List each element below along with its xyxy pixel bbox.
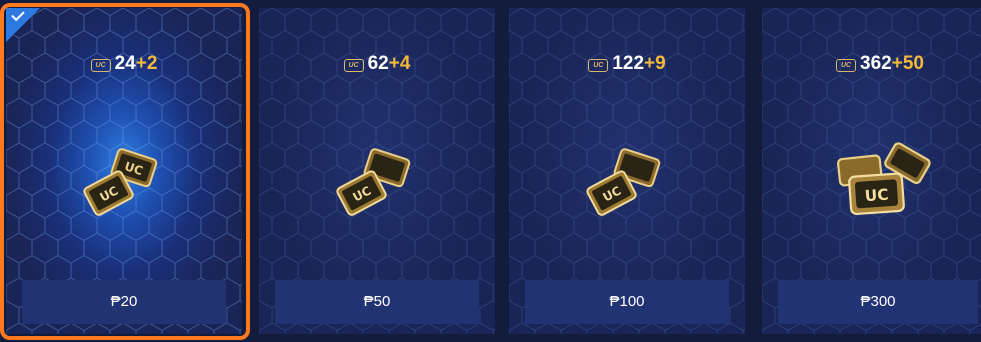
uc-base-amount: 62 [367,53,389,74]
uc-badge-icon: UC [836,59,857,72]
uc-badge-icon: UC [90,59,111,72]
price-button[interactable]: ₱50 [275,280,479,324]
uc-amount: UC 24+2 [6,53,242,75]
uc-package-grid: UC 24+2 UC UC ₱20 UC 62+4 UC ₱50 UC 122+… [0,0,981,342]
uc-amount: UC 122+9 [509,53,745,75]
price-button[interactable]: ₱300 [778,280,978,324]
uc-amount: UC 362+50 [762,53,981,75]
uc-tickets-icon: UC [837,142,931,216]
price-button[interactable]: ₱20 [22,280,226,324]
uc-badge-icon: UC [588,59,609,72]
uc-amount: UC 62+4 [259,53,495,75]
uc-tickets-icon: UC UC [83,148,158,216]
uc-bonus-amount: +2 [135,53,158,74]
uc-tickets-icon: UC [586,148,661,216]
uc-base-amount: 24 [114,53,136,74]
uc-bonus-amount: +9 [644,53,666,74]
uc-base-amount: 122 [612,53,645,74]
uc-package-card-4[interactable]: UC 362+50 UC ₱300 [762,8,981,334]
uc-package-card-1[interactable]: UC 24+2 UC UC ₱20 [6,8,242,334]
uc-package-card-3[interactable]: UC 122+9 UC ₱100 [509,8,745,334]
uc-bonus-amount: +4 [388,53,411,74]
uc-package-card-2[interactable]: UC 62+4 UC ₱50 [259,8,495,334]
uc-bonus-amount: +50 [891,53,924,74]
uc-tickets-icon: UC [336,148,411,216]
uc-base-amount: 362 [860,53,892,74]
price-button[interactable]: ₱100 [525,280,729,324]
uc-badge-icon: UC [343,59,364,72]
ticket-label: UC [864,186,889,206]
